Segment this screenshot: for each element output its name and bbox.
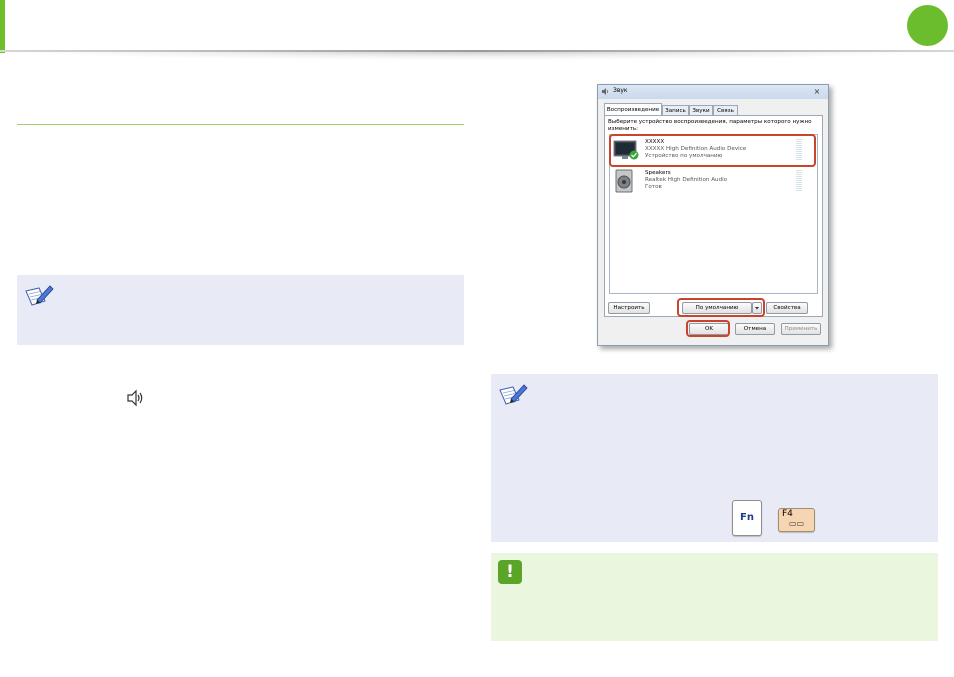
- speaker-icon: [602, 88, 609, 95]
- configure-button[interactable]: Настроить: [608, 302, 650, 314]
- warning-box: [491, 553, 938, 641]
- display-switch-icon: ▭▭: [789, 519, 805, 528]
- chapter-badge: [907, 5, 948, 46]
- dialog-titlebar: Звук ×: [598, 85, 828, 99]
- instruction-text: Выберите устройство воспроизведения, пар…: [608, 119, 812, 132]
- note-box: [491, 374, 938, 542]
- header-accent-bar: [0, 0, 5, 53]
- pencil-note-icon: [499, 384, 528, 405]
- cancel-button[interactable]: Отмена: [735, 323, 775, 335]
- close-icon[interactable]: ×: [810, 87, 824, 97]
- fn-key: Fn: [732, 500, 762, 536]
- section-divider: [17, 124, 464, 125]
- dialog-title: Звук: [613, 87, 628, 94]
- note-box: [17, 275, 464, 345]
- apply-button[interactable]: Применить: [781, 323, 821, 335]
- f4-key-label: F4: [782, 509, 793, 519]
- speaker-device-icon: [615, 169, 633, 193]
- header-divider: [0, 50, 954, 60]
- pencil-note-icon: [25, 285, 54, 306]
- set-default-highlight: [677, 298, 765, 317]
- playback-pane: Выберите устройство воспроизведения, пар…: [604, 115, 823, 317]
- device-item-speakers[interactable]: Speakers Realtek High Definition Audio Г…: [611, 167, 814, 194]
- device-driver: Realtek High Definition Audio: [645, 177, 728, 183]
- f4-key: F4 ▭▭: [778, 508, 815, 532]
- level-meter: [796, 170, 802, 192]
- device-list: XXXXX XXXXX High Definition Audio Device…: [609, 134, 818, 294]
- properties-button[interactable]: Свойства: [766, 302, 808, 314]
- ok-highlight: [686, 320, 730, 337]
- speaker-icon: [127, 389, 143, 407]
- exclamation-icon: !: [498, 560, 522, 584]
- sound-dialog: Звук × Воспроизведение Запись Звуки Связ…: [597, 84, 829, 346]
- device-status: Готов: [645, 184, 662, 190]
- default-device-highlight: [609, 134, 816, 167]
- device-name: Speakers: [645, 170, 671, 176]
